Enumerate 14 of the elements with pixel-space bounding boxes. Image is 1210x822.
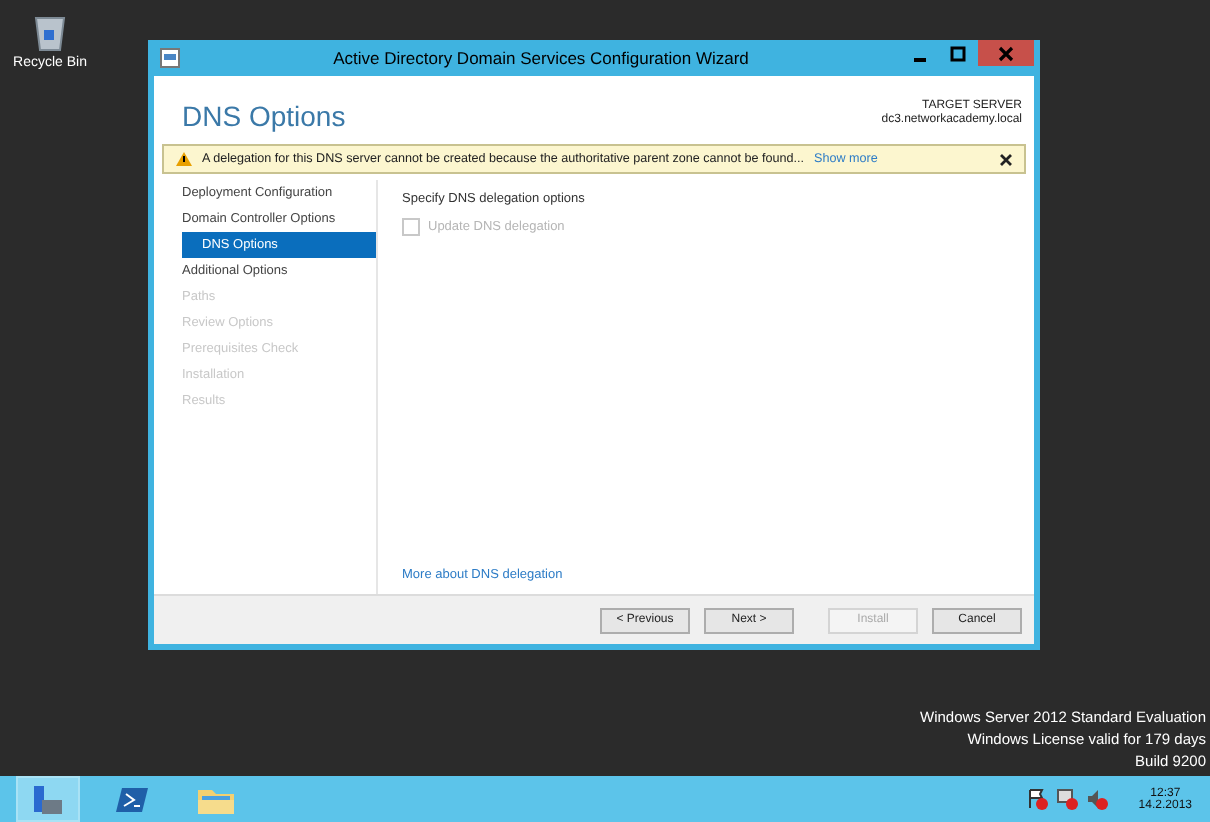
speaker-icon[interactable] (1086, 788, 1109, 810)
app-icon (160, 48, 180, 68)
close-icon (998, 45, 1014, 61)
network-icon[interactable] (1056, 788, 1079, 810)
maximize-icon (950, 45, 966, 61)
close-icon[interactable] (1000, 153, 1012, 165)
page-title: DNS Options (182, 100, 346, 132)
recycle-bin-icon[interactable] (34, 12, 66, 52)
flag-icon[interactable] (1026, 788, 1049, 810)
window-title: Active Directory Domain Services Configuration Wizard (331, 48, 751, 68)
close-button[interactable] (978, 40, 1034, 66)
minimize-icon (914, 57, 926, 61)
server-manager-icon[interactable] (16, 776, 80, 822)
warning-icon (176, 152, 192, 166)
